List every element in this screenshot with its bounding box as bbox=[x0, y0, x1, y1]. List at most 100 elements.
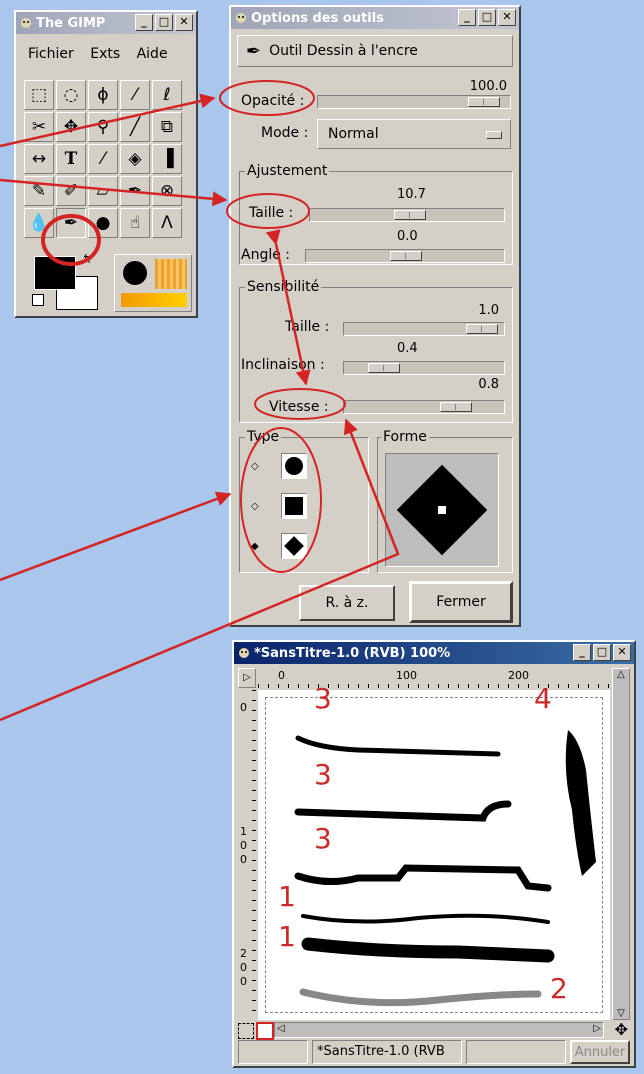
speed-slider[interactable] bbox=[343, 400, 505, 414]
stroke-label: 3 bbox=[314, 822, 332, 855]
options-title: Options des outils bbox=[251, 10, 384, 26]
quickmask-on-icon[interactable] bbox=[256, 1022, 274, 1040]
ruler-label-100: 100 bbox=[396, 669, 417, 682]
swap-colors-icon[interactable]: ↰ bbox=[82, 252, 92, 266]
bezier-select-tool-icon[interactable]: ℓ bbox=[152, 80, 182, 110]
menu-exts[interactable]: Exts bbox=[90, 46, 120, 62]
radio-selected-icon[interactable]: ◆ bbox=[251, 541, 259, 552]
cancel-button[interactable]: Annuler bbox=[570, 1040, 630, 1064]
gradient-tool-icon[interactable]: ▐ bbox=[152, 144, 182, 174]
ink-stroke-7 bbox=[565, 730, 596, 876]
image-window: *SansTitre-1.0 (RVB) 100% _ □ ✕ ▷ 0 100 … bbox=[232, 640, 636, 1068]
pencil-tool-icon[interactable]: ✎ bbox=[24, 176, 54, 206]
canvas[interactable]: 3 3 3 1 1 2 4 bbox=[258, 682, 610, 1020]
size-slider-thumb[interactable] bbox=[394, 210, 426, 220]
transform-tool-icon[interactable]: ⧉ bbox=[152, 112, 182, 142]
ink-tool-icon[interactable]: ✒ bbox=[56, 208, 86, 238]
shape-handle[interactable] bbox=[438, 506, 446, 514]
tool-header: ✒ Outil Dessin à l'encre bbox=[237, 35, 513, 67]
text-tool-icon[interactable]: T bbox=[56, 144, 86, 174]
lasso-tool-icon[interactable]: ϕ bbox=[88, 80, 118, 110]
statusbar: *SansTitre-1.0 (RVB Annuler bbox=[238, 1040, 630, 1064]
vertical-scrollbar[interactable]: △ ▽ bbox=[612, 668, 630, 1020]
close-button[interactable]: ✕ bbox=[613, 644, 631, 661]
color-area[interactable]: ↰ bbox=[28, 252, 100, 312]
menu-fichier[interactable]: Fichier bbox=[28, 46, 74, 62]
speed-slider-thumb[interactable] bbox=[440, 402, 472, 412]
mode-label: Mode : bbox=[261, 125, 309, 141]
bucket-fill-tool-icon[interactable]: ◈ bbox=[120, 144, 150, 174]
close-button[interactable]: ✕ bbox=[498, 9, 516, 26]
convolve-tool-icon[interactable]: 💧 bbox=[24, 208, 54, 238]
stroke-label: 2 bbox=[550, 972, 568, 1005]
dropdown-indicator-icon bbox=[486, 131, 502, 139]
move-tool-icon[interactable]: ✥ bbox=[56, 112, 86, 142]
crop-tool-icon[interactable]: ╱ bbox=[120, 112, 150, 142]
options-titlebar[interactable]: Options des outils _ □ ✕ bbox=[231, 7, 519, 29]
gradient-preview[interactable] bbox=[121, 293, 187, 307]
intelligent-scissors-tool-icon[interactable]: ✂ bbox=[24, 112, 54, 142]
opacity-slider-thumb[interactable] bbox=[468, 97, 500, 107]
reset-colors-icon[interactable] bbox=[32, 294, 44, 306]
dodge-burn-tool-icon[interactable]: ● bbox=[88, 208, 118, 238]
smudge-tool-icon[interactable]: ☝ bbox=[120, 208, 150, 238]
maximize-button[interactable]: □ bbox=[478, 9, 496, 26]
reset-button[interactable]: R. à z. bbox=[299, 585, 395, 621]
flip-tool-icon[interactable]: ↔ bbox=[24, 144, 54, 174]
color-picker-tool-icon[interactable]: ⁄ bbox=[88, 144, 118, 174]
ellipse-select-tool-icon[interactable]: ◌ bbox=[56, 80, 86, 110]
type-group-title: Type bbox=[245, 429, 282, 445]
rect-select-tool-icon[interactable]: ⬚ bbox=[24, 80, 54, 110]
angle-slider[interactable] bbox=[305, 249, 505, 263]
horizontal-scrollbar[interactable]: ◁ ▷ bbox=[274, 1022, 604, 1038]
opacity-value: 100.0 bbox=[469, 79, 507, 94]
mode-dropdown[interactable]: Normal bbox=[317, 119, 511, 149]
radio-unselected-icon[interactable]: ◇ bbox=[251, 501, 259, 512]
image-titlebar[interactable]: *SansTitre-1.0 (RVB) 100% _ □ ✕ bbox=[234, 642, 634, 664]
brush-pattern-gradient-area[interactable] bbox=[114, 254, 192, 312]
magic-wand-tool-icon[interactable]: ⁄ bbox=[120, 80, 150, 110]
angle-slider-thumb[interactable] bbox=[390, 251, 422, 261]
paintbrush-tool-icon[interactable]: ✐ bbox=[56, 176, 86, 206]
minimize-button[interactable]: _ bbox=[135, 14, 153, 31]
quickmask-off-icon[interactable] bbox=[238, 1023, 254, 1039]
toolbox-titlebar[interactable]: The GIMP _ □ ✕ bbox=[16, 12, 196, 34]
close-button[interactable]: ✕ bbox=[175, 14, 193, 31]
toolbox-menubar: Fichier Exts Aide bbox=[22, 46, 174, 62]
navigate-icon[interactable]: ✥ bbox=[615, 1020, 628, 1039]
scroll-up-icon[interactable]: △ bbox=[613, 669, 629, 680]
close-options-button[interactable]: Fermer bbox=[409, 581, 513, 623]
maximize-button[interactable]: □ bbox=[155, 14, 173, 31]
menu-arrow-button[interactable]: ▷ bbox=[238, 668, 256, 688]
foreground-color-swatch[interactable] bbox=[34, 256, 76, 290]
speed-label: Vitesse : bbox=[269, 399, 329, 415]
brush-preview-icon[interactable] bbox=[123, 261, 147, 285]
tilt-slider-thumb[interactable] bbox=[368, 363, 400, 373]
measure-tool-icon[interactable]: Λ bbox=[152, 208, 182, 238]
opacity-slider[interactable] bbox=[317, 95, 511, 109]
tilt-slider[interactable] bbox=[343, 361, 505, 375]
pattern-preview[interactable] bbox=[155, 259, 187, 289]
minimize-button[interactable]: _ bbox=[573, 644, 591, 661]
ink-strokes bbox=[294, 730, 596, 1007]
ink-pen-icon: ✒ bbox=[246, 40, 262, 62]
shape-editor[interactable] bbox=[385, 453, 499, 567]
size-slider[interactable] bbox=[309, 208, 505, 222]
arrow-type bbox=[0, 491, 232, 582]
sens-size-slider-thumb[interactable] bbox=[466, 324, 498, 334]
airbrush-tool-icon[interactable]: ✒ bbox=[120, 176, 150, 206]
eraser-tool-icon[interactable]: ▱ bbox=[88, 176, 118, 206]
scroll-right-icon[interactable]: ▷ bbox=[593, 1023, 601, 1034]
scroll-left-icon[interactable]: ◁ bbox=[277, 1023, 285, 1034]
clone-tool-icon[interactable]: ⊗ bbox=[152, 176, 182, 206]
magnify-tool-icon[interactable]: ⚲ bbox=[88, 112, 118, 142]
radio-unselected-icon[interactable]: ◇ bbox=[251, 461, 259, 472]
menu-aide[interactable]: Aide bbox=[137, 46, 168, 62]
scroll-down-icon[interactable]: ▽ bbox=[613, 1008, 629, 1019]
minimize-button[interactable]: _ bbox=[458, 9, 476, 26]
maximize-button[interactable]: □ bbox=[593, 644, 611, 661]
adjust-group-title: Ajustement bbox=[245, 163, 330, 179]
ink-stroke-6 bbox=[299, 988, 542, 1007]
ruler-label: 0 bbox=[240, 961, 247, 974]
sens-size-slider[interactable] bbox=[343, 322, 505, 336]
